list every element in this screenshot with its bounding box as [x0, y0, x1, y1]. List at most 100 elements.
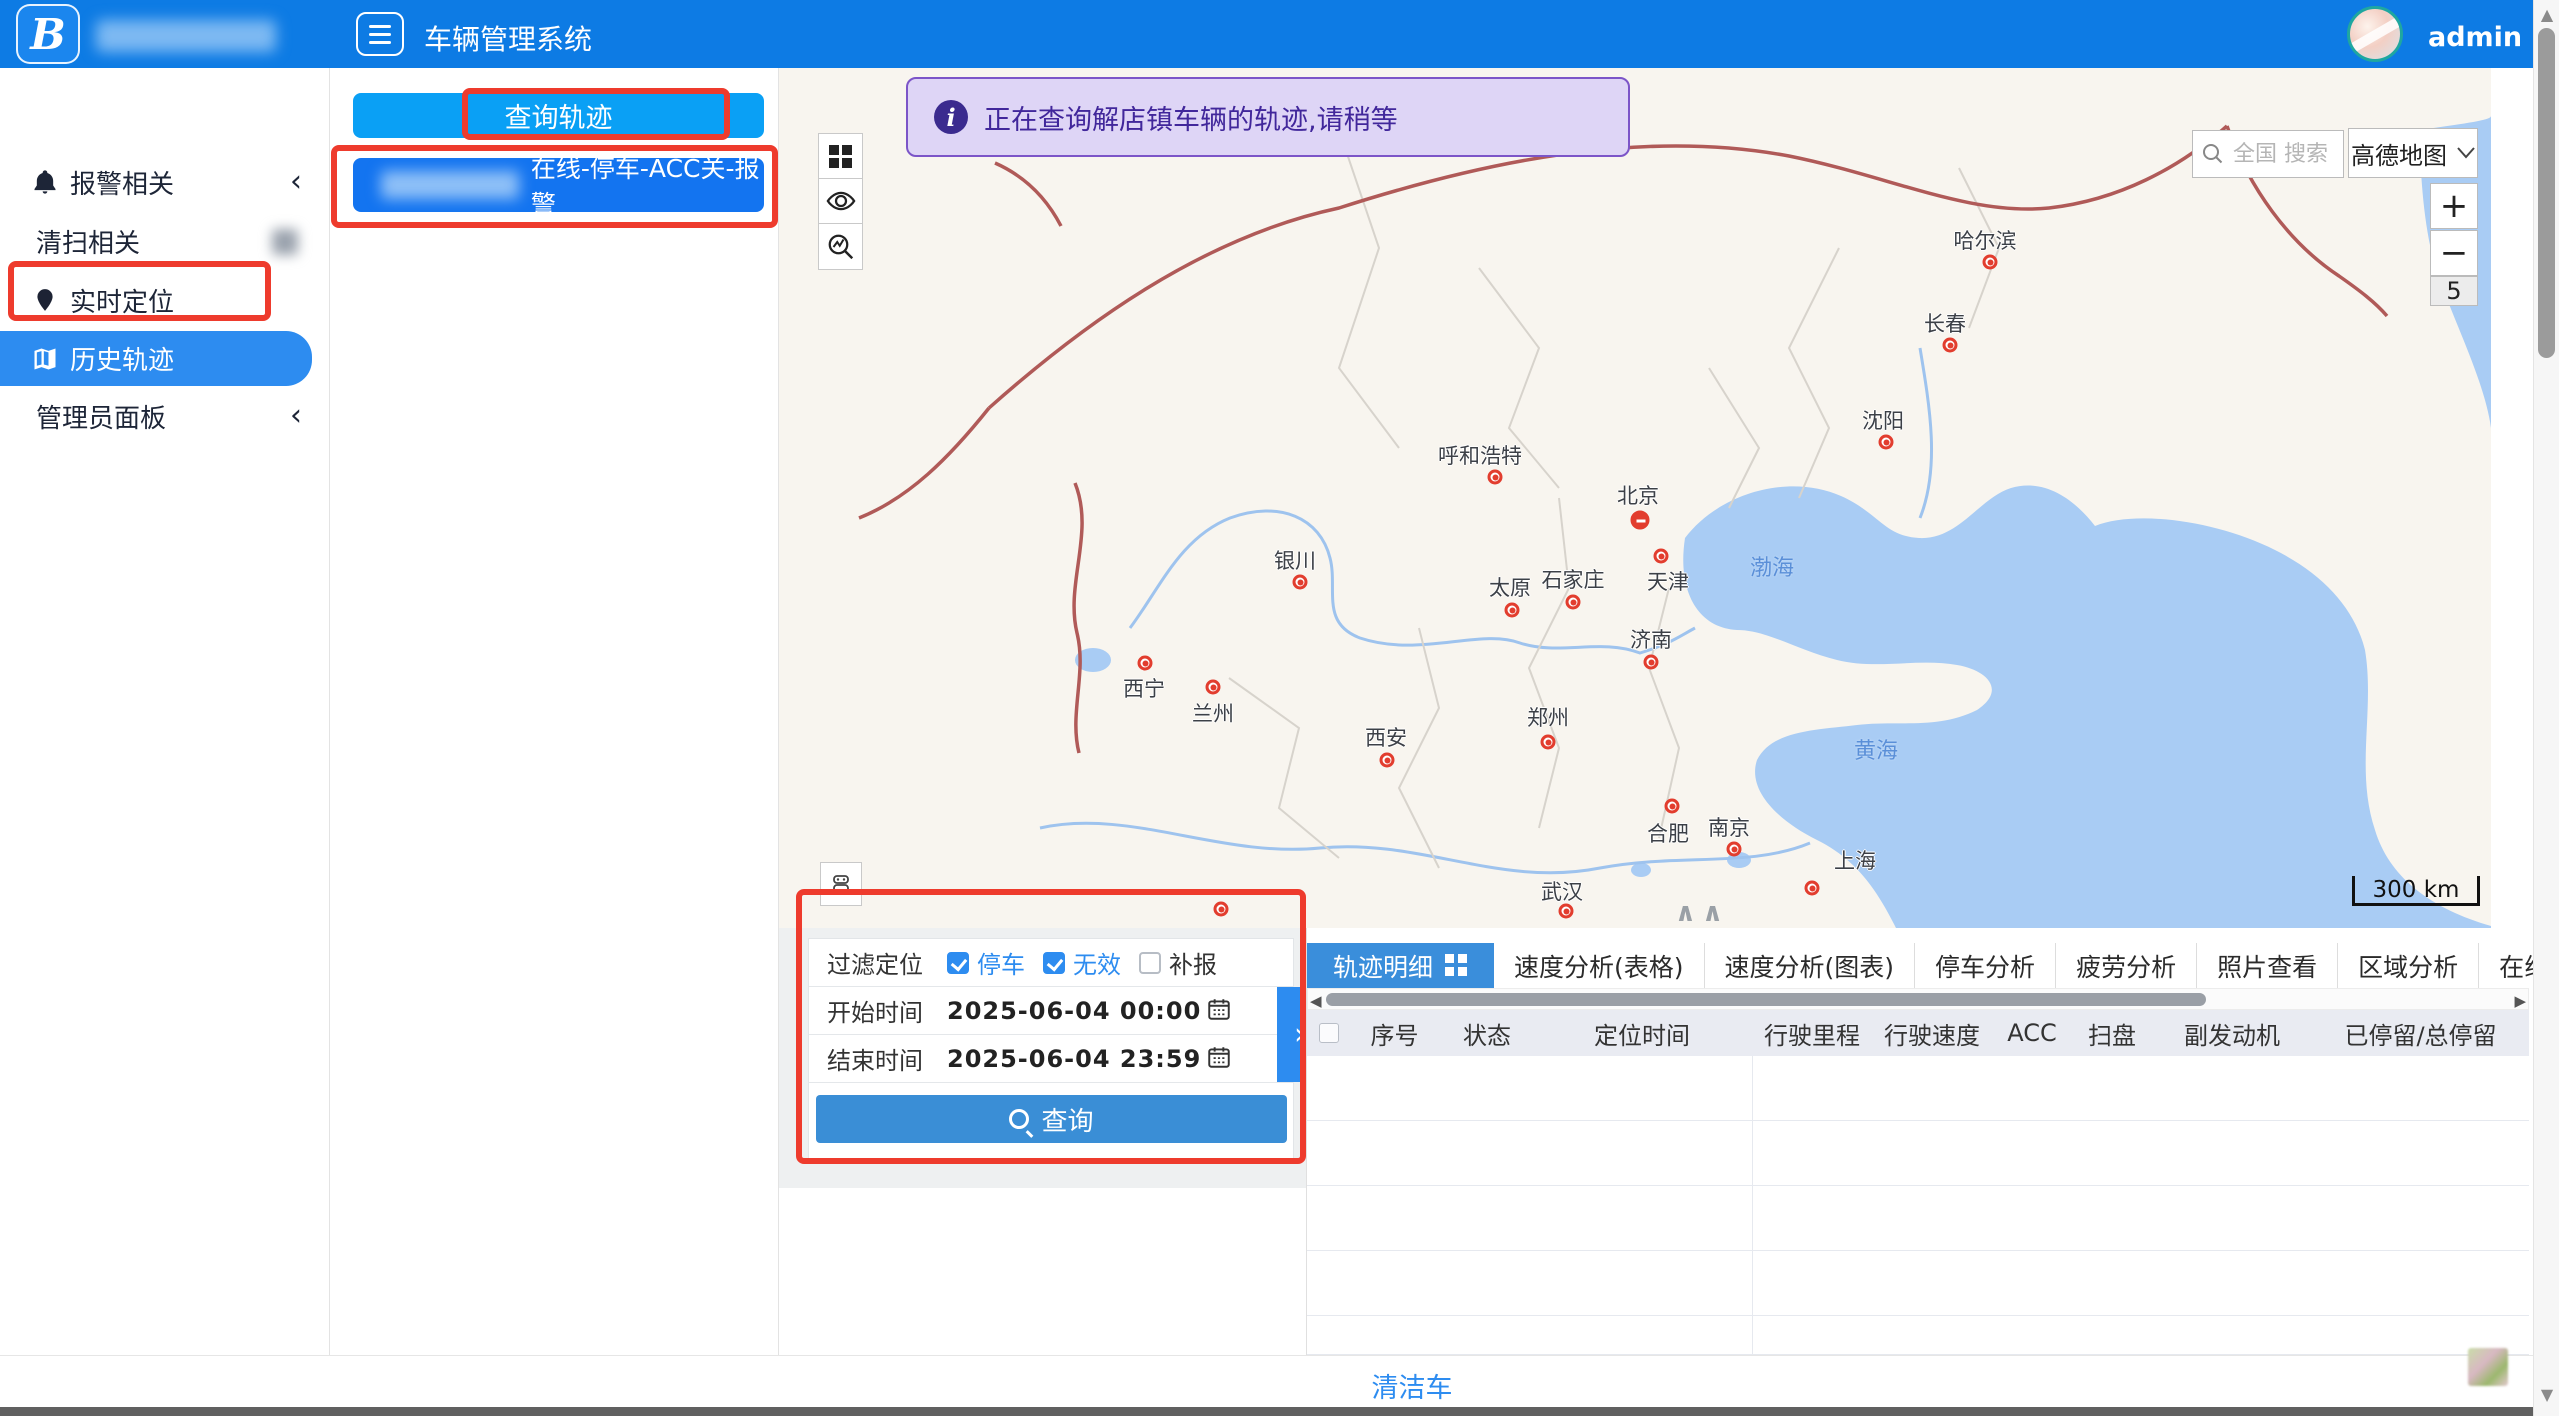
sidebar-item-label: 管理员面板: [36, 398, 166, 435]
query-track-button[interactable]: 查询轨迹: [353, 93, 764, 138]
zoom-out-button[interactable]: −: [2430, 230, 2478, 276]
table-horizontal-scrollbar[interactable]: ◀ ▶: [1307, 988, 2529, 1010]
grid-icon: [829, 145, 852, 168]
menu-toggle-button[interactable]: [356, 12, 404, 56]
photo-thumbnail[interactable]: [2468, 1348, 2508, 1386]
grid-icon: [1445, 954, 1468, 977]
checkbox-invalid[interactable]: [1043, 952, 1065, 974]
tab-speed-chart[interactable]: 速度分析(图表): [1704, 943, 1915, 988]
sidebar-item-realtime-location[interactable]: 实时定位: [0, 274, 330, 326]
vehicle-type-link[interactable]: 清洁车: [1372, 1366, 1453, 1405]
sidebar-item-label: 实时定位: [70, 282, 174, 319]
query-button[interactable]: 查询: [816, 1095, 1287, 1143]
tab-area-analysis[interactable]: 区域分析: [2337, 943, 2478, 988]
city-label: 呼和浩特: [1438, 440, 1522, 470]
scroll-up-icon[interactable]: ▲: [2534, 5, 2559, 24]
sidebar-item-history-track[interactable]: 历史轨迹: [0, 331, 312, 386]
column-header: 状态: [1442, 1016, 1532, 1051]
calendar-icon[interactable]: [1206, 996, 1232, 1026]
chevron-left-icon: ‹: [290, 167, 302, 197]
tab-speed-table[interactable]: 速度分析(表格): [1494, 943, 1704, 988]
tab-photo-view[interactable]: 照片查看: [2196, 943, 2337, 988]
checkbox-label[interactable]: 补报: [1169, 945, 1217, 980]
visibility-button[interactable]: [819, 179, 862, 224]
city-marker: [1665, 799, 1680, 814]
end-time-label: 结束时间: [827, 1041, 947, 1076]
checkbox-label[interactable]: 停车: [977, 945, 1025, 980]
eye-icon: [826, 186, 856, 216]
panel-collapse-handle[interactable]: ∧∧: [1660, 898, 1744, 928]
city-marker: [1488, 470, 1503, 485]
tab-parking-analysis[interactable]: 停车分析: [1914, 943, 2055, 988]
scroll-left-icon[interactable]: ◀: [1310, 992, 1322, 1010]
filter-label: 过滤定位: [827, 945, 947, 980]
checkbox-parking[interactable]: [947, 952, 969, 974]
sidebar-item-label: 历史轨迹: [70, 340, 174, 377]
sidebar-item-alarms[interactable]: 报警相关 ‹: [0, 156, 330, 208]
basemap-select[interactable]: 高德地图: [2348, 128, 2478, 178]
search-icon: [2201, 142, 2225, 166]
scrollbar-thumb[interactable]: [2538, 28, 2555, 358]
city-label: 天津: [1647, 566, 1689, 596]
sidebar: 报警相关 ‹ 清扫相关 实时定位 历史轨迹 管理员面板 ‹: [0, 68, 330, 1355]
city-label: 太原: [1489, 572, 1531, 602]
badge-blurred: [272, 229, 298, 255]
search-input[interactable]: [2231, 141, 2331, 168]
city-label: 南京: [1708, 812, 1750, 842]
scrollbar-thumb[interactable]: [1326, 993, 2206, 1006]
pin-icon: [30, 285, 60, 315]
grid-view-button[interactable]: [819, 134, 862, 179]
horizontal-page-scrollbar[interactable]: [0, 1407, 2559, 1416]
select-all-checkbox[interactable]: [1319, 1023, 1339, 1043]
start-time-label: 开始时间: [827, 993, 947, 1028]
city-marker: [1138, 656, 1153, 671]
chevron-left-icon: ‹: [290, 401, 302, 431]
city-marker: [1727, 842, 1742, 857]
city-marker: [1983, 255, 1998, 270]
scroll-down-icon[interactable]: ▼: [2534, 1385, 2559, 1404]
info-icon: i: [934, 100, 968, 134]
vehicle-list-item[interactable]: 在线-停车-ACC关-报警: [353, 158, 764, 212]
table-column-divider: [1752, 1056, 1753, 1381]
city-marker: [1293, 575, 1308, 590]
city-label: 长春: [1924, 308, 1966, 338]
track-filter-panel: 过滤定位 停车 无效 补报 开始时间 2025-06-04 00:00 结束时间…: [808, 938, 1294, 1160]
column-header: 副发动机: [2152, 1016, 2312, 1051]
logo-letter: B: [30, 10, 66, 59]
checkbox-supplement[interactable]: [1139, 952, 1161, 974]
track-magnifier-icon: [826, 232, 856, 262]
checkbox-label[interactable]: 无效: [1073, 945, 1121, 980]
start-time-value[interactable]: 2025-06-04 00:00: [947, 997, 1201, 1025]
map-toolbar: [818, 133, 863, 270]
user-name[interactable]: admin: [2428, 22, 2522, 53]
zoom-in-button[interactable]: +: [2430, 183, 2478, 229]
city-marker: [1644, 655, 1659, 670]
vertical-page-scrollbar[interactable]: ▲ ▼: [2533, 0, 2559, 1416]
column-header: 已停留/总停留: [2312, 1016, 2529, 1051]
tab-label: 区域分析: [2358, 948, 2458, 984]
robot-tool-button[interactable]: [820, 862, 862, 906]
tab-track-detail[interactable]: 轨迹明细: [1307, 943, 1494, 988]
city-label: 合肥: [1647, 818, 1689, 848]
city-marker: [1541, 735, 1556, 750]
robot-icon: [829, 872, 853, 896]
city-marker: [1206, 680, 1221, 695]
column-header: 定位时间: [1532, 1016, 1752, 1051]
end-time-value[interactable]: 2025-06-04 23:59: [947, 1045, 1201, 1073]
scroll-right-icon[interactable]: ▶: [2514, 992, 2526, 1010]
avatar[interactable]: [2347, 6, 2403, 62]
tab-label: 停车分析: [1935, 948, 2035, 984]
sidebar-item-sweeping[interactable]: 清扫相关: [0, 215, 330, 267]
sea-label: 渤海: [1750, 550, 1794, 582]
sidebar-item-admin-panel[interactable]: 管理员面板 ‹: [0, 390, 330, 442]
loading-notification: i 正在查询解店镇车辆的轨迹,请稍等: [906, 77, 1630, 157]
city-label: 西安: [1365, 722, 1407, 752]
vehicle-list-panel: 查询轨迹 在线-停车-ACC关-报警: [331, 68, 779, 1355]
track-zoom-button[interactable]: [819, 224, 862, 269]
calendar-icon[interactable]: [1206, 1044, 1232, 1074]
analysis-tabs: 轨迹明细 速度分析(表格) 速度分析(图表) 停车分析 疲劳分析 照片查看 区域…: [1307, 943, 2529, 988]
city-marker: [1505, 603, 1520, 618]
filter-row-position: 过滤定位 停车 无效 补报: [809, 939, 1294, 987]
tab-fatigue-analysis[interactable]: 疲劳分析: [2055, 943, 2196, 988]
vehicle-plate-blurred: [381, 171, 519, 199]
